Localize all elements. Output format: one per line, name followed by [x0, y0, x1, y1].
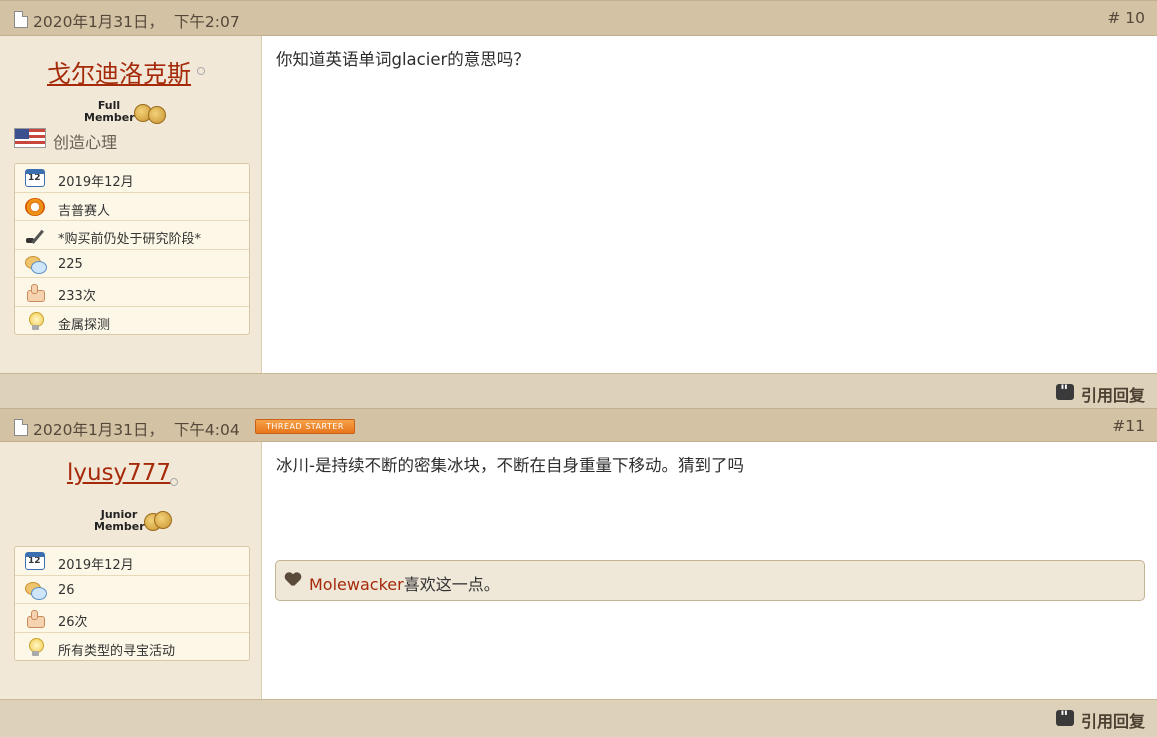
stat-join-date: 2019年12月: [15, 547, 249, 576]
quote-reply-button[interactable]: 引用回复: [1055, 707, 1145, 731]
stat-text: 26: [58, 582, 75, 598]
post-content: 你知道英语单词glacier的意思吗？: [262, 36, 1157, 373]
stat-posts: 26: [15, 576, 249, 604]
post-number-link[interactable]: #11: [1112, 417, 1145, 435]
quote-icon: [1055, 707, 1074, 726]
stat-posts: 225: [15, 250, 249, 278]
likes-suffix: 喜欢这一点。: [403, 575, 500, 594]
user-location: 创造心理: [53, 133, 118, 152]
post-date: 2020年1月31日， 下午2:07: [33, 13, 240, 31]
quote-reply-label: 引用回复: [1080, 386, 1145, 405]
stat-likes: 26次: [15, 604, 249, 633]
quote-reply-button[interactable]: 引用回复: [1055, 381, 1145, 405]
likes-summary: Molewacker喜欢这一点。: [275, 560, 1145, 601]
post-header: 2020年1月31日， 下午4:04 THREAD STARTER #11: [0, 408, 1157, 442]
stat-text: 2019年12月: [58, 558, 134, 573]
user-stats-box: 2019年12月 26 26次 所有类型的寻宝活动: [14, 546, 250, 661]
stat-text: 2019年12月: [58, 175, 134, 190]
stat-interest: 所有类型的寻宝活动: [15, 633, 249, 662]
post-11: 2020年1月31日， 下午4:04 THREAD STARTER #11 ly…: [0, 408, 1157, 737]
user-rank: Junior Member: [94, 509, 145, 533]
thread-starter-badge: THREAD STARTER: [255, 419, 355, 434]
stat-style: 吉普赛人: [15, 193, 249, 221]
calendar-icon: [25, 169, 45, 187]
post-document-icon: [14, 11, 28, 28]
post-footer: 引用回复: [0, 699, 1157, 737]
metal-detector-icon: [25, 226, 45, 244]
us-flag-icon: [14, 128, 46, 148]
likes-text: Molewacker喜欢这一点。: [309, 571, 500, 595]
heart-icon: [285, 573, 301, 588]
post-message: 冰川-是持续不断的密集冰块，不断在自身重量下移动。猜到了吗: [276, 456, 744, 475]
offline-status-icon: [197, 67, 205, 75]
thumbs-up-icon: [25, 609, 45, 628]
post-number-link[interactable]: # 10: [1107, 9, 1145, 27]
post-header: 2020年1月31日， 下午2:07 # 10: [0, 0, 1157, 36]
username-link[interactable]: lyusy777: [0, 460, 238, 486]
user-info-panel: 戈尔迪洛克斯 Full Member 创造心理 2019年12月 吉普赛人 *购…: [0, 36, 262, 373]
rank-coins-icon: [144, 511, 180, 533]
stat-text: 吉普赛人: [58, 203, 111, 219]
quote-icon: [1055, 381, 1074, 400]
chat-icon: [25, 255, 47, 274]
post-content: 冰川-是持续不断的密集冰块，不断在自身重量下移动。猜到了吗 Molewacker…: [262, 442, 1157, 699]
compass-icon: [25, 197, 45, 216]
user-rank: Full Member: [84, 100, 135, 124]
stat-join-date: 2019年12月: [15, 164, 249, 193]
chat-icon: [25, 581, 47, 600]
stat-text: 所有类型的寻宝活动: [58, 643, 176, 659]
stat-likes: 233次: [15, 278, 249, 307]
calendar-icon: [25, 552, 45, 570]
post-footer: 引用回复: [0, 373, 1157, 408]
rank-line: Member: [94, 520, 145, 533]
stat-detector: *购买前仍处于研究阶段*: [15, 221, 249, 250]
rank-line: Member: [84, 111, 135, 124]
stat-interest: 金属探测: [15, 307, 249, 336]
lightbulb-icon: [25, 311, 45, 330]
lightbulb-icon: [25, 637, 45, 656]
post-10: 2020年1月31日， 下午2:07 # 10 戈尔迪洛克斯 Full Memb…: [0, 0, 1157, 408]
post-document-icon: [14, 419, 28, 436]
liker-username-link[interactable]: Molewacker: [309, 575, 404, 594]
rank-coins-icon: [134, 102, 170, 124]
quote-reply-label: 引用回复: [1080, 712, 1145, 731]
post-message: 你知道英语单词glacier的意思吗？: [276, 50, 530, 69]
offline-status-icon: [170, 478, 178, 486]
stat-text: 26次: [58, 615, 88, 630]
stat-text: 金属探测: [58, 317, 111, 333]
thumbs-up-icon: [25, 283, 45, 302]
user-info-panel: lyusy777 Junior Member 2019年12月 26 26次: [0, 442, 262, 699]
stat-text: 233次: [58, 289, 96, 304]
stat-text: 225: [58, 256, 83, 272]
stat-text: *购买前仍处于研究阶段*: [58, 232, 202, 247]
post-date: 2020年1月31日， 下午4:04: [33, 421, 240, 439]
user-stats-box: 2019年12月 吉普赛人 *购买前仍处于研究阶段* 225 233次 金属探测: [14, 163, 250, 335]
